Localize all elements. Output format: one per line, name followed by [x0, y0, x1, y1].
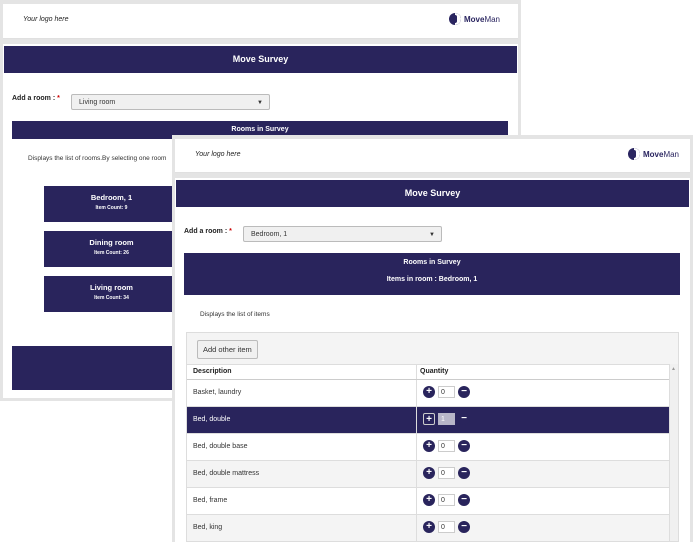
item-description: Basket, laundry: [193, 389, 242, 396]
chevron-down-icon: ▼: [257, 100, 263, 106]
logo-placeholder: Your logo here: [195, 151, 241, 158]
brand-name-a: Move: [642, 149, 664, 159]
minus-icon[interactable]: −: [458, 521, 470, 533]
item-description: Bed, king: [193, 524, 223, 531]
items-in-room-label: Items in room : Bedroom, 1: [386, 276, 478, 283]
rooms-description: Displays the list of rooms.By selecting …: [28, 155, 167, 162]
room-select-value: Bedroom, 1: [251, 231, 288, 238]
quantity-stepper: +1−: [423, 413, 470, 425]
moveman-logo: Move Man: [448, 13, 500, 25]
column-header-description: Description: [193, 368, 232, 375]
page-title: Move Survey: [4, 46, 517, 73]
quantity-stepper: +0−: [423, 467, 470, 479]
items-panel: Add other item Description Quantity Bask…: [186, 332, 679, 542]
room-select-value: Living room: [79, 99, 116, 106]
required-mark: *: [57, 95, 60, 102]
quantity-input[interactable]: 0: [438, 467, 455, 479]
table-body: Basket, laundry +0− Bed, double +1− Bed, dou…: [187, 380, 670, 542]
chevron-down-icon: ▼: [429, 232, 435, 238]
quantity-stepper: +0−: [423, 494, 470, 506]
table-row[interactable]: Bed, double base +0−: [187, 434, 670, 461]
moveman-logo: Move Man: [627, 148, 679, 160]
table-row[interactable]: Bed, double mattress +0−: [187, 461, 670, 488]
plus-icon[interactable]: +: [423, 494, 435, 506]
footer-bar: [12, 346, 182, 390]
scrollbar[interactable]: ▲: [669, 364, 678, 541]
room-card[interactable]: Dining room Item Count: 26: [44, 231, 179, 267]
header: Your logo here Move Man: [3, 4, 518, 39]
plus-icon[interactable]: +: [423, 440, 435, 452]
rooms-items-band: Rooms in Survey Items in room : Bedroom,…: [184, 253, 680, 295]
minus-icon[interactable]: −: [458, 494, 470, 506]
room-select[interactable]: Living room ▼: [71, 94, 270, 110]
quantity-input[interactable]: 0: [438, 386, 455, 398]
column-header-quantity: Quantity: [420, 368, 449, 375]
main-panel: Move Survey Add a room : * Bedroom, 1 ▼ …: [175, 178, 690, 542]
table-header: Description Quantity: [187, 364, 670, 380]
brand-name-b: Man: [484, 14, 500, 24]
scroll-up-icon[interactable]: ▲: [671, 366, 676, 372]
items-description: Displays the list of items: [200, 311, 270, 318]
brand-name-a: Move: [463, 14, 485, 24]
item-description: Bed, double base: [193, 443, 248, 450]
quantity-stepper: +0−: [423, 386, 470, 398]
minus-icon[interactable]: −: [458, 413, 470, 425]
required-mark: *: [229, 228, 232, 235]
minus-icon[interactable]: −: [458, 440, 470, 452]
rooms-in-survey-label: Rooms in Survey: [403, 259, 461, 266]
room-card[interactable]: Bedroom, 1 Item Count: 9: [44, 186, 179, 222]
room-select[interactable]: Bedroom, 1 ▼: [243, 226, 442, 242]
add-other-item-button[interactable]: Add other item: [197, 340, 258, 359]
item-description: Bed, frame: [193, 497, 228, 504]
minus-icon[interactable]: −: [458, 467, 470, 479]
add-room-label: Add a room : *: [184, 228, 232, 235]
items-table: Description Quantity Basket, laundry +0− B…: [187, 364, 670, 542]
table-row[interactable]: Bed, double +1−: [187, 407, 670, 434]
plus-icon[interactable]: +: [423, 467, 435, 479]
room-name: Dining room: [89, 238, 134, 247]
room-item-count: Item Count: 9: [95, 205, 128, 211]
quantity-stepper: +0−: [423, 440, 470, 452]
quantity-input[interactable]: 0: [438, 494, 455, 506]
moveman-logo-icon: [448, 13, 461, 25]
quantity-stepper: +0−: [423, 521, 470, 533]
plus-icon[interactable]: +: [423, 521, 435, 533]
page-title: Move Survey: [176, 180, 689, 207]
quantity-input[interactable]: 0: [438, 440, 455, 452]
room-item-count: Item Count: 26: [94, 250, 129, 256]
room-item-count: Item Count: 34: [94, 295, 129, 301]
add-room-label-text: Add a room :: [12, 95, 56, 102]
quantity-input[interactable]: 1: [438, 413, 455, 425]
minus-icon[interactable]: −: [458, 386, 470, 398]
room-name: Living room: [90, 283, 133, 292]
add-room-label: Add a room : *: [12, 95, 60, 102]
logo-placeholder: Your logo here: [23, 16, 69, 23]
table-row[interactable]: Bed, king +0−: [187, 515, 670, 542]
table-row[interactable]: Bed, frame +0−: [187, 488, 670, 515]
table-row[interactable]: Basket, laundry +0−: [187, 380, 670, 407]
plus-icon[interactable]: +: [423, 413, 435, 425]
add-room-label-text: Add a room :: [184, 228, 228, 235]
item-description: Bed, double mattress: [193, 470, 260, 477]
quantity-input[interactable]: 0: [438, 521, 455, 533]
brand-name-b: Man: [663, 149, 679, 159]
room-name: Bedroom, 1: [90, 193, 133, 202]
survey-window-items: Your logo here Move Man Move Survey Add a…: [172, 135, 693, 542]
plus-icon[interactable]: +: [423, 386, 435, 398]
item-description: Bed, double: [193, 416, 231, 423]
moveman-logo-icon: [627, 148, 640, 160]
room-card[interactable]: Living room Item Count: 34: [44, 276, 179, 312]
header: Your logo here Move Man: [175, 139, 690, 173]
